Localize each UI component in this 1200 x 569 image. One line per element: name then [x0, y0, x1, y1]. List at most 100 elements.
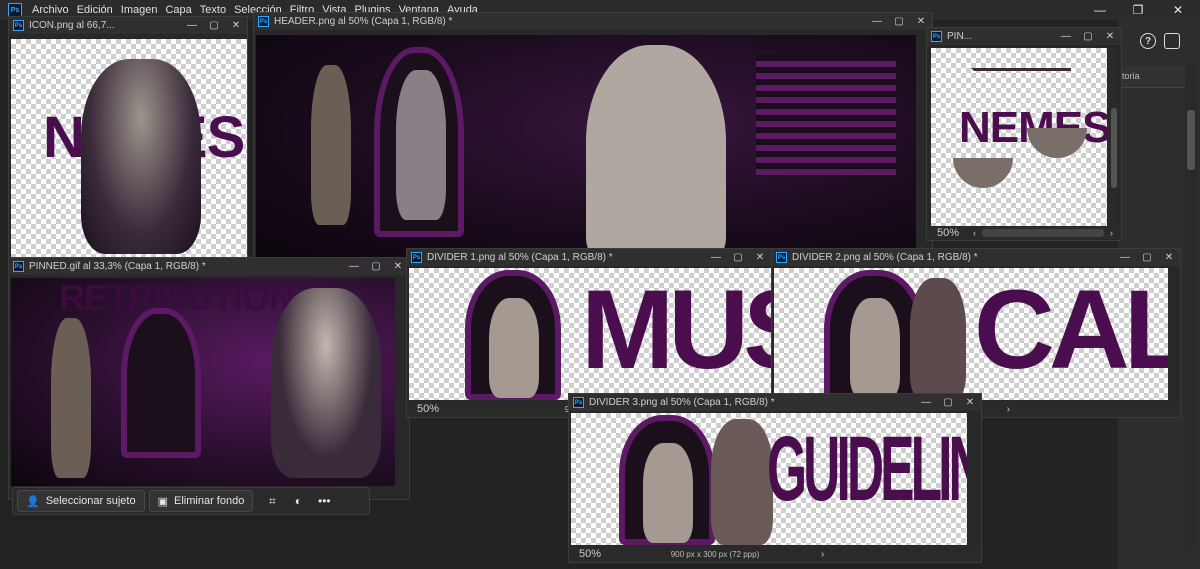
doc-minimize-button[interactable]: —	[705, 252, 727, 263]
doc-close-button[interactable]: ✕	[910, 16, 932, 27]
art-word: GUIDELINES	[767, 418, 967, 520]
doc-title: DIVIDER 1.png al 50% (Capa 1, RGB/8) *	[427, 252, 613, 263]
menu-texto[interactable]: Texto	[200, 4, 226, 16]
figure-art	[396, 70, 446, 220]
transform-icon[interactable]: ⌗	[261, 490, 283, 512]
doc-close-button[interactable]: ✕	[1099, 31, 1121, 42]
doc-close-button[interactable]: ✕	[225, 20, 247, 31]
menu-archivo[interactable]: Archivo	[32, 4, 69, 16]
doc-window-icon[interactable]: Ps ICON.png al 66,7... — ▢ ✕ NEMESIS	[8, 16, 248, 258]
zoom-level[interactable]: 50%	[927, 227, 967, 239]
doc-maximize-button[interactable]: ▢	[727, 252, 749, 263]
scroll-right-icon[interactable]: ›	[821, 549, 981, 560]
more-options-button[interactable]: •••	[313, 490, 335, 512]
select-subject-button[interactable]: 👤 Seleccionar sujeto	[17, 490, 145, 512]
portrait-art	[586, 45, 726, 259]
remove-background-button[interactable]: ▣ Eliminar fondo	[148, 490, 254, 512]
history-panel-tab[interactable]: toria	[1118, 66, 1188, 88]
vertical-scrollbar[interactable]	[1109, 48, 1119, 226]
ps-doc-icon: Ps	[573, 397, 584, 408]
pinned-gif-canvas[interactable]: RETRIBUTION	[11, 278, 395, 486]
status-bar: 50% ‹ ›	[927, 226, 1121, 240]
portrait-art	[643, 443, 693, 543]
doc-titlebar[interactable]: Ps PINNED.gif al 33,3% (Capa 1, RGB/8) *…	[9, 258, 409, 275]
doc-maximize-button[interactable]: ▢	[888, 16, 910, 27]
statue-art	[51, 318, 91, 478]
divider2-canvas[interactable]: CALLS	[774, 268, 1168, 400]
art-word: MUSE	[581, 268, 771, 392]
doc-close-button[interactable]: ✕	[959, 397, 981, 408]
remove-background-label: Eliminar fondo	[174, 495, 245, 507]
doc-title: DIVIDER 2.png al 50% (Capa 1, RGB/8) *	[792, 252, 978, 263]
striped-panel-art	[756, 55, 896, 175]
ps-doc-icon: Ps	[13, 20, 24, 31]
doc-titlebar[interactable]: Ps PIN... — ▢ ✕	[927, 28, 1121, 45]
pinned-small-canvas[interactable]: NEMESIS	[931, 48, 1107, 226]
workspace-icon[interactable]	[1164, 33, 1180, 49]
menu-edicion[interactable]: Edición	[77, 4, 113, 16]
doc-minimize-button[interactable]: —	[1114, 252, 1136, 263]
scroll-right-icon[interactable]: ›	[1110, 228, 1113, 238]
figure-art	[711, 419, 773, 545]
doc-titlebar[interactable]: Ps DIVIDER 2.png al 50% (Capa 1, RGB/8) …	[772, 249, 1180, 266]
doc-maximize-button[interactable]: ▢	[937, 397, 959, 408]
select-subject-label: Seleccionar sujeto	[45, 495, 136, 507]
doc-minimize-button[interactable]: —	[1055, 31, 1077, 42]
doc-maximize-button[interactable]: ▢	[365, 261, 387, 272]
photoshop-workspace: Ps Archivo Edición Imagen Capa Texto Sel…	[0, 0, 1200, 569]
ps-doc-icon: Ps	[13, 261, 24, 272]
doc-title: DIVIDER 3.png al 50% (Capa 1, RGB/8) *	[589, 397, 775, 408]
header-canvas[interactable]	[256, 35, 916, 259]
scroll-left-icon[interactable]: ‹	[973, 228, 976, 238]
doc-minimize-button[interactable]: —	[915, 397, 937, 408]
menu-imagen[interactable]: Imagen	[121, 4, 158, 16]
doc-titlebar[interactable]: Ps HEADER.png al 50% (Capa 1, RGB/8) * —…	[254, 13, 932, 30]
doc-info[interactable]: 900 px x 300 px (72 ppp)	[609, 550, 821, 559]
portrait-art	[271, 288, 381, 478]
divider3-canvas[interactable]: GUIDELINES	[571, 413, 967, 545]
adjustment-icon[interactable]: ◐	[287, 490, 309, 512]
doc-close-button[interactable]: ✕	[1158, 252, 1180, 263]
doc-window-pinned-small[interactable]: Ps PIN... — ▢ ✕ NEMESIS 50% ‹ ›	[926, 27, 1122, 241]
zoom-level[interactable]: 50%	[407, 403, 447, 415]
doc-minimize-button[interactable]: —	[181, 20, 203, 31]
figure-art	[910, 278, 966, 400]
icon-canvas[interactable]: NEMESIS	[11, 39, 247, 257]
doc-window-divider3[interactable]: Ps DIVIDER 3.png al 50% (Capa 1, RGB/8) …	[568, 393, 982, 563]
doc-titlebar[interactable]: Ps DIVIDER 1.png al 50% (Capa 1, RGB/8) …	[407, 249, 771, 266]
scroll-thumb[interactable]	[1111, 108, 1117, 188]
doc-maximize-button[interactable]: ▢	[1136, 252, 1158, 263]
doc-titlebar[interactable]: Ps ICON.png al 66,7... — ▢ ✕	[9, 17, 247, 34]
ps-doc-icon: Ps	[931, 31, 942, 42]
doc-title: PIN...	[947, 31, 973, 42]
app-close-button[interactable]: ✕	[1158, 0, 1198, 20]
doc-title: HEADER.png al 50% (Capa 1, RGB/8) *	[274, 16, 453, 27]
statue-art	[311, 65, 351, 225]
app-restore-button[interactable]: ❐	[1118, 0, 1158, 20]
help-icon[interactable]: ?	[1140, 33, 1156, 49]
doc-maximize-button[interactable]: ▢	[1077, 31, 1099, 42]
image-icon: ▣	[157, 495, 168, 508]
zoom-level[interactable]: 50%	[569, 548, 609, 560]
doc-minimize-button[interactable]: —	[343, 261, 365, 272]
status-bar: 50% 900 px x 300 px (72 ppp) ›	[569, 546, 981, 562]
ps-doc-icon: Ps	[411, 252, 422, 263]
ps-doc-icon: Ps	[258, 16, 269, 27]
panel-scroll-thumb[interactable]	[1187, 110, 1195, 170]
divider1-canvas[interactable]: MUSE	[409, 268, 771, 400]
person-icon: 👤	[26, 495, 40, 508]
doc-window-pinned-gif[interactable]: Ps PINNED.gif al 33,3% (Capa 1, RGB/8) *…	[8, 257, 410, 500]
doc-maximize-button[interactable]: ▢	[203, 20, 225, 31]
horizontal-scrollbar[interactable]	[982, 229, 1104, 237]
portrait-art	[850, 298, 900, 398]
doc-window-header[interactable]: Ps HEADER.png al 50% (Capa 1, RGB/8) * —…	[253, 12, 933, 260]
menu-capa[interactable]: Capa	[165, 4, 191, 16]
doc-titlebar[interactable]: Ps DIVIDER 3.png al 50% (Capa 1, RGB/8) …	[569, 394, 981, 411]
doc-title: ICON.png al 66,7...	[29, 20, 115, 31]
doc-title: PINNED.gif al 33,3% (Capa 1, RGB/8) *	[29, 261, 206, 272]
doc-minimize-button[interactable]: —	[866, 16, 888, 27]
doc-close-button[interactable]: ✕	[749, 252, 771, 263]
contextual-task-bar: 👤 Seleccionar sujeto ▣ Eliminar fondo ⌗ …	[12, 487, 370, 515]
app-minimize-button[interactable]: —	[1080, 0, 1120, 20]
portrait-art	[81, 59, 201, 254]
